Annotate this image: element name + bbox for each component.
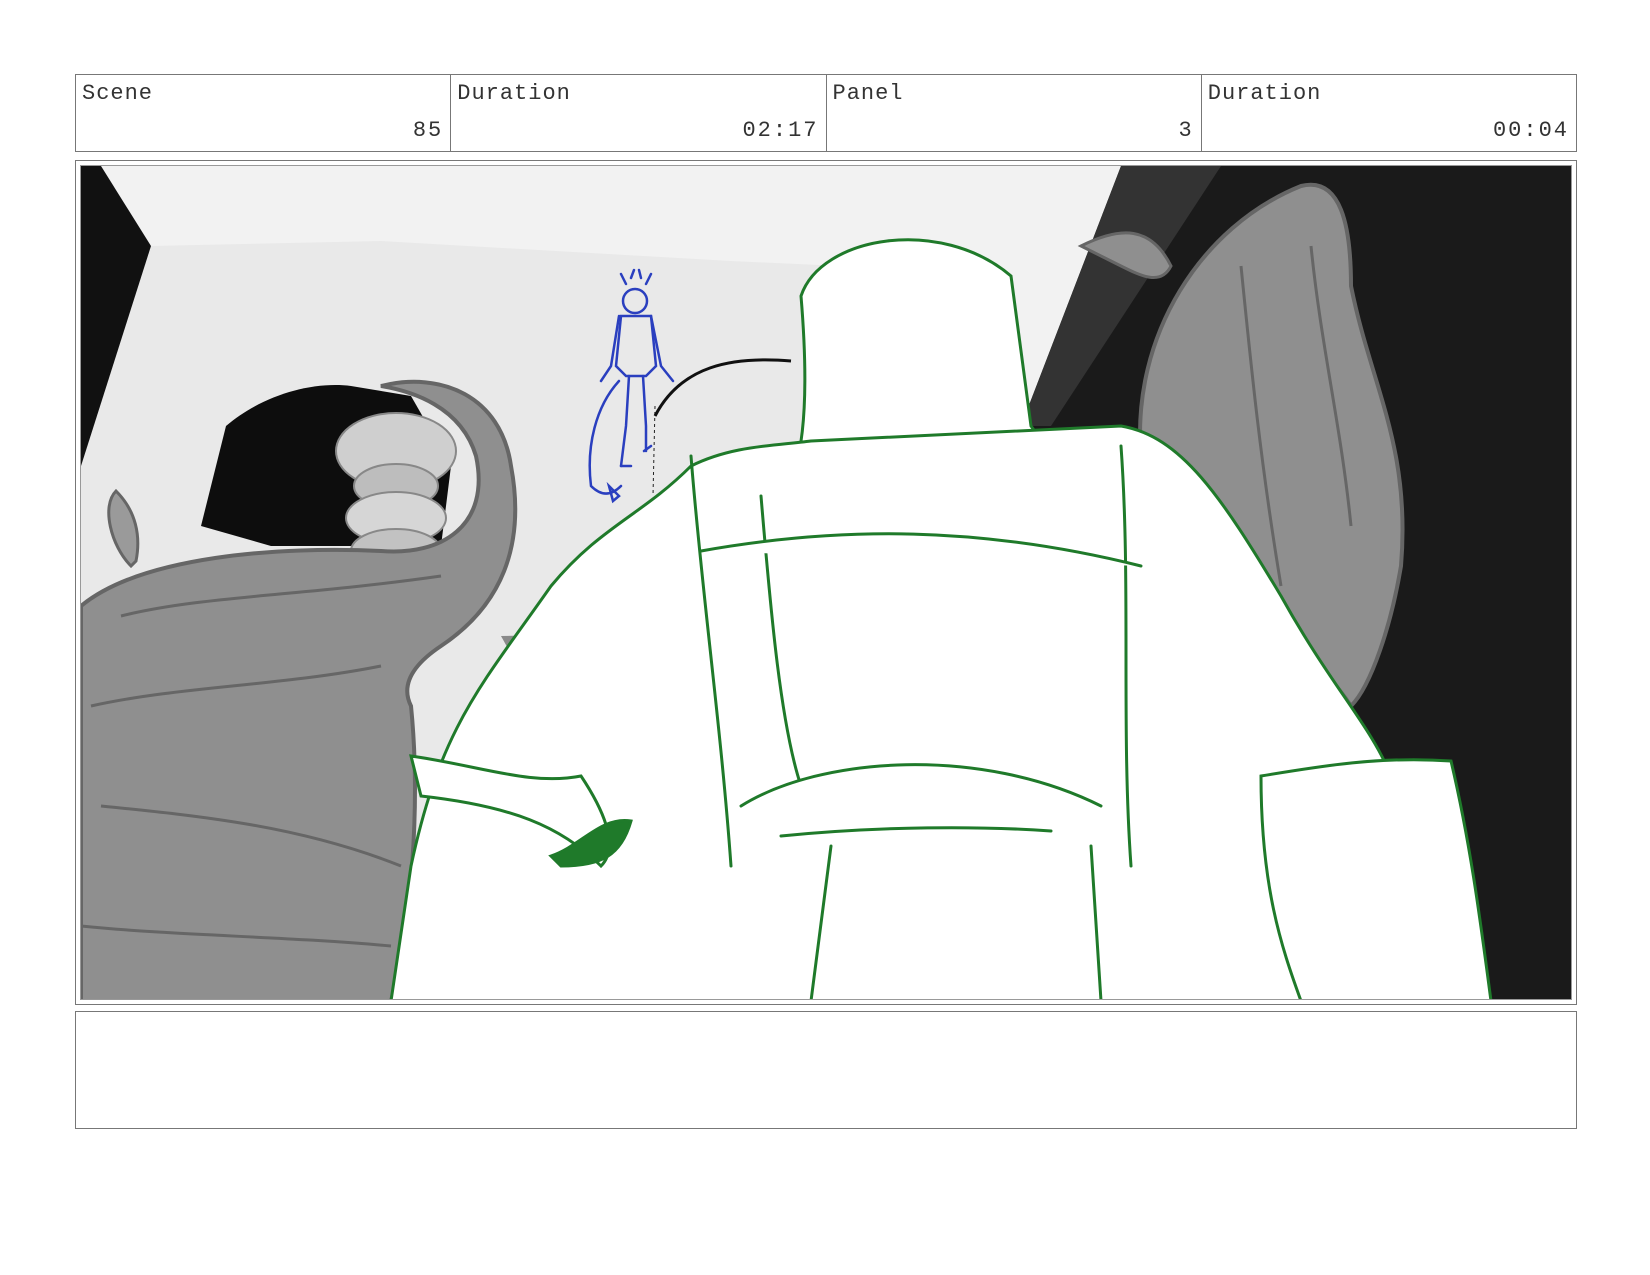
scene-info-header: Scene 85 Duration 02:17 Panel 3 Duration… (75, 74, 1577, 152)
storyboard-drawing (80, 165, 1572, 1000)
scene-duration-label: Duration (457, 81, 571, 106)
scene-cell: Scene 85 (76, 75, 452, 151)
panel-duration-label: Duration (1207, 81, 1322, 106)
panel-duration-cell: Duration 00:04 (1202, 75, 1576, 151)
panel-cell: Panel 3 (827, 75, 1202, 151)
scene-duration-cell: Duration 02:17 (451, 75, 827, 151)
scene-duration-value: 02:17 (742, 118, 819, 143)
panel-number: 3 (1178, 118, 1194, 143)
scene-label: Scene (82, 81, 154, 106)
storyboard-panel-frame (75, 160, 1577, 1005)
panel-notes-box[interactable] (75, 1011, 1577, 1129)
panel-duration-value: 00:04 (1492, 118, 1569, 143)
panel-label: Panel (832, 81, 904, 106)
scene-number: 85 (412, 118, 444, 143)
panel-illustration (81, 166, 1571, 999)
